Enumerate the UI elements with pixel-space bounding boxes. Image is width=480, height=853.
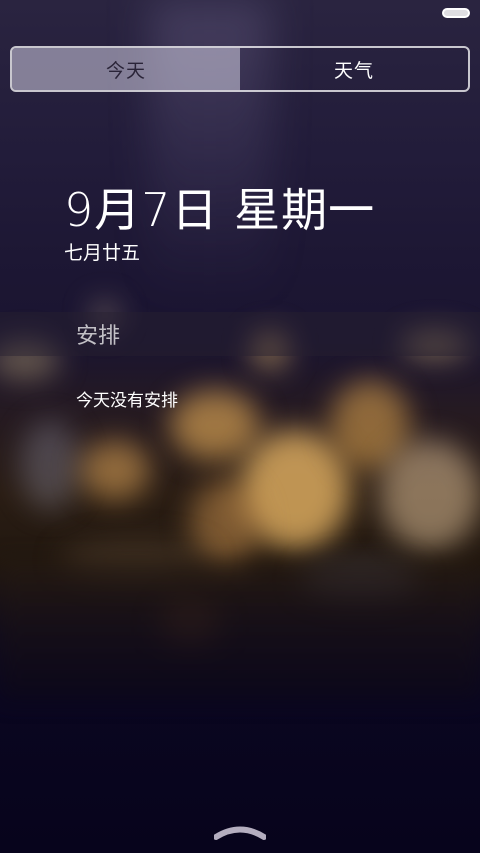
schedule-empty-message: 今天没有安排 — [76, 391, 178, 411]
schedule-section-header: 安排 — [0, 312, 480, 356]
schedule-header-label: 安排 — [76, 324, 121, 349]
battery-icon — [442, 8, 470, 18]
date-title: 9月7日 星期一 — [64, 183, 376, 237]
wallpaper-background — [0, 0, 480, 853]
tab-today[interactable]: 今天 — [12, 48, 240, 90]
chevron-up-icon[interactable] — [214, 824, 266, 840]
lunar-date: 七月廿五 — [64, 242, 141, 264]
tab-switcher: 今天 天气 — [10, 46, 470, 92]
tab-weather[interactable]: 天气 — [240, 48, 468, 90]
